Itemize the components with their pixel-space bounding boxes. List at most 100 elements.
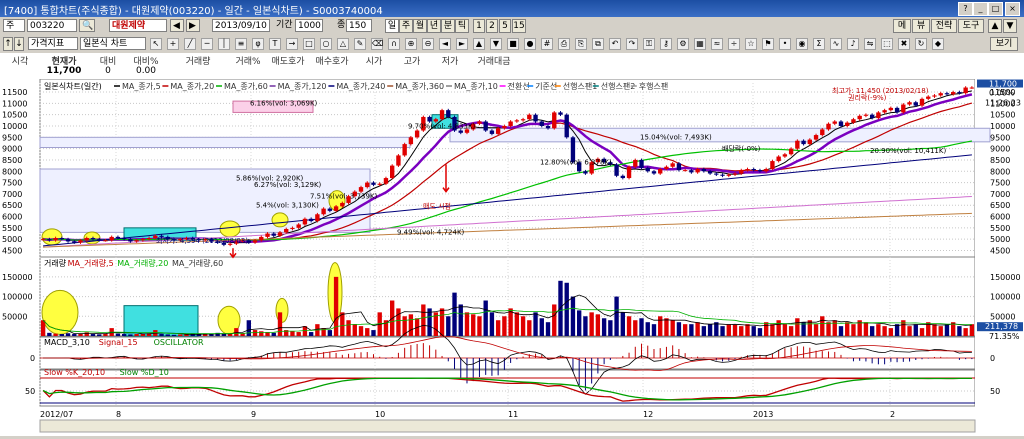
flip-icon[interactable]: ⇋ — [864, 38, 876, 50]
text-icon[interactable]: T — [269, 38, 281, 50]
chart-type-select[interactable]: 일본식 차트 — [80, 37, 146, 50]
volume-bar — [658, 316, 663, 336]
maximize-button[interactable]: □ — [988, 2, 1003, 16]
crosshair-icon[interactable]: + — [167, 38, 179, 50]
fill-icon[interactable]: ▦ — [694, 38, 706, 50]
tag-icon[interactable]: ◆ — [932, 38, 944, 50]
ellipse-icon[interactable]: ○ — [320, 38, 332, 50]
redo-icon[interactable]: ↷ — [626, 38, 638, 50]
minute-15[interactable]: 15 — [512, 19, 526, 33]
chart-area[interactable]: 6.16%(vol: 3,069K) 9.70%(vol: 4,833K) 5.86… — [0, 78, 1024, 436]
fibonacci-icon[interactable]: φ — [252, 38, 264, 50]
unit-year[interactable]: 년 — [427, 19, 441, 33]
volume-bar — [327, 330, 333, 336]
down-icon[interactable]: ▼ — [490, 38, 502, 50]
cursor-icon[interactable]: ↖ — [150, 38, 162, 50]
divide-icon[interactable]: ÷ — [728, 38, 740, 50]
trend-line-icon[interactable]: ╱ — [184, 38, 196, 50]
select-icon[interactable]: ⬚ — [881, 38, 893, 50]
minute-2[interactable]: 2 — [486, 19, 498, 33]
arrow-down-icon[interactable]: ▼ — [1003, 19, 1017, 33]
quote-price-value: 11,700 — [46, 66, 82, 76]
candle-body — [296, 224, 301, 228]
refresh-icon[interactable]: ↻ — [915, 38, 927, 50]
circle-icon[interactable]: ● — [524, 38, 536, 50]
help-button[interactable]: ? — [958, 2, 973, 16]
rect-icon[interactable]: □ — [303, 38, 315, 50]
count-input[interactable]: 150 — [346, 19, 372, 32]
volume-legend-item: 거래량 — [44, 258, 67, 268]
bell-icon[interactable]: ♪ — [847, 38, 859, 50]
right-icon[interactable]: ► — [456, 38, 468, 50]
undo-icon[interactable]: ↶ — [609, 38, 621, 50]
pen-icon[interactable]: ✎ — [354, 38, 366, 50]
arrow-icon[interactable]: → — [286, 38, 298, 50]
strategy-button[interactable]: 전략 — [931, 19, 957, 33]
tools-button[interactable]: 도구 — [958, 19, 984, 33]
delete-icon[interactable]: ✖ — [898, 38, 910, 50]
grid-icon[interactable]: # — [541, 38, 553, 50]
minimize-button[interactable]: _ — [973, 2, 988, 16]
unit-week[interactable]: 주 — [399, 19, 413, 33]
star-icon[interactable]: ☆ — [745, 38, 757, 50]
candle-body — [259, 236, 264, 241]
lock-icon[interactable]: ⚿ — [643, 38, 655, 50]
save-icon[interactable]: ⎙ — [558, 38, 570, 50]
candle-body — [676, 163, 682, 171]
unit-day[interactable]: 일 — [385, 19, 399, 33]
candle-body — [315, 214, 320, 222]
zoom-in-icon[interactable]: ⊕ — [405, 38, 417, 50]
prev-icon[interactable]: ◀ — [170, 19, 184, 32]
search-icon[interactable]: 🔍 — [79, 19, 95, 32]
wave-icon[interactable]: ∿ — [830, 38, 842, 50]
pin-icon[interactable]: • — [779, 38, 791, 50]
settings-icon[interactable]: ⚙ — [677, 38, 689, 50]
indicator-select[interactable]: 가격지표 — [28, 37, 78, 50]
scroll-left-icon[interactable]: ↑ — [3, 37, 13, 51]
erase-icon[interactable]: ⌫ — [371, 38, 383, 50]
vertical-line-icon[interactable]: │ — [218, 38, 230, 50]
zoom-out-icon[interactable]: ⊖ — [422, 38, 434, 50]
candle-body — [340, 202, 345, 207]
price-tick-label: 8000 — [990, 167, 1010, 176]
unit-minute[interactable]: 분 — [441, 19, 455, 33]
sum-icon[interactable]: Σ — [813, 38, 825, 50]
view-button-top[interactable]: 뷰 — [912, 19, 930, 33]
market-select[interactable]: 주 — [3, 19, 25, 32]
eye-icon[interactable]: ◉ — [796, 38, 808, 50]
volume-bar — [545, 322, 551, 336]
scroll-right-icon[interactable]: ↓ — [14, 37, 24, 51]
minute-5[interactable]: 5 — [499, 19, 511, 33]
chart-annotation: 7.51%(vol: 3,739K) — [310, 192, 378, 200]
channel-icon[interactable]: ≡ — [235, 38, 247, 50]
volume-bar — [552, 304, 557, 336]
left-icon[interactable]: ◄ — [439, 38, 451, 50]
compare-icon[interactable]: ≈ — [711, 38, 723, 50]
horizontal-line-icon[interactable]: ─ — [201, 38, 213, 50]
period-input[interactable]: 1000 — [295, 19, 323, 32]
triangle-icon[interactable]: △ — [337, 38, 349, 50]
up-icon[interactable]: ▲ — [473, 38, 485, 50]
highlight-ellipse — [271, 212, 289, 228]
unlock-icon[interactable]: ⚷ — [660, 38, 672, 50]
arrow-up-icon[interactable]: ▲ — [988, 19, 1002, 33]
menu-button[interactable]: 메 — [893, 19, 911, 33]
candle-body — [913, 102, 918, 106]
stock-code-input[interactable]: 003220 — [27, 19, 77, 32]
unit-tick[interactable]: 틱 — [455, 19, 469, 33]
minute-1[interactable]: 1 — [473, 19, 485, 33]
stock-chart[interactable]: 6.16%(vol: 3,069K)9.70%(vol: 4,833K)5.86… — [0, 78, 1024, 436]
volume-bar — [439, 308, 445, 336]
flag-icon[interactable]: ⚑ — [762, 38, 774, 50]
unit-month[interactable]: 월 — [413, 19, 427, 33]
copy-icon[interactable]: ⧉ — [592, 38, 604, 50]
close-button[interactable]: × — [1005, 2, 1020, 16]
square-icon[interactable]: ■ — [507, 38, 519, 50]
magnet-icon[interactable]: ∩ — [388, 38, 400, 50]
print-icon[interactable]: ⎘ — [575, 38, 587, 50]
volume-bar — [464, 312, 470, 336]
next-icon[interactable]: ▶ — [186, 19, 200, 32]
date-input[interactable]: 2013/09/10 — [212, 19, 270, 32]
candle-body — [820, 129, 825, 136]
view-button[interactable]: 보기 — [990, 37, 1018, 51]
